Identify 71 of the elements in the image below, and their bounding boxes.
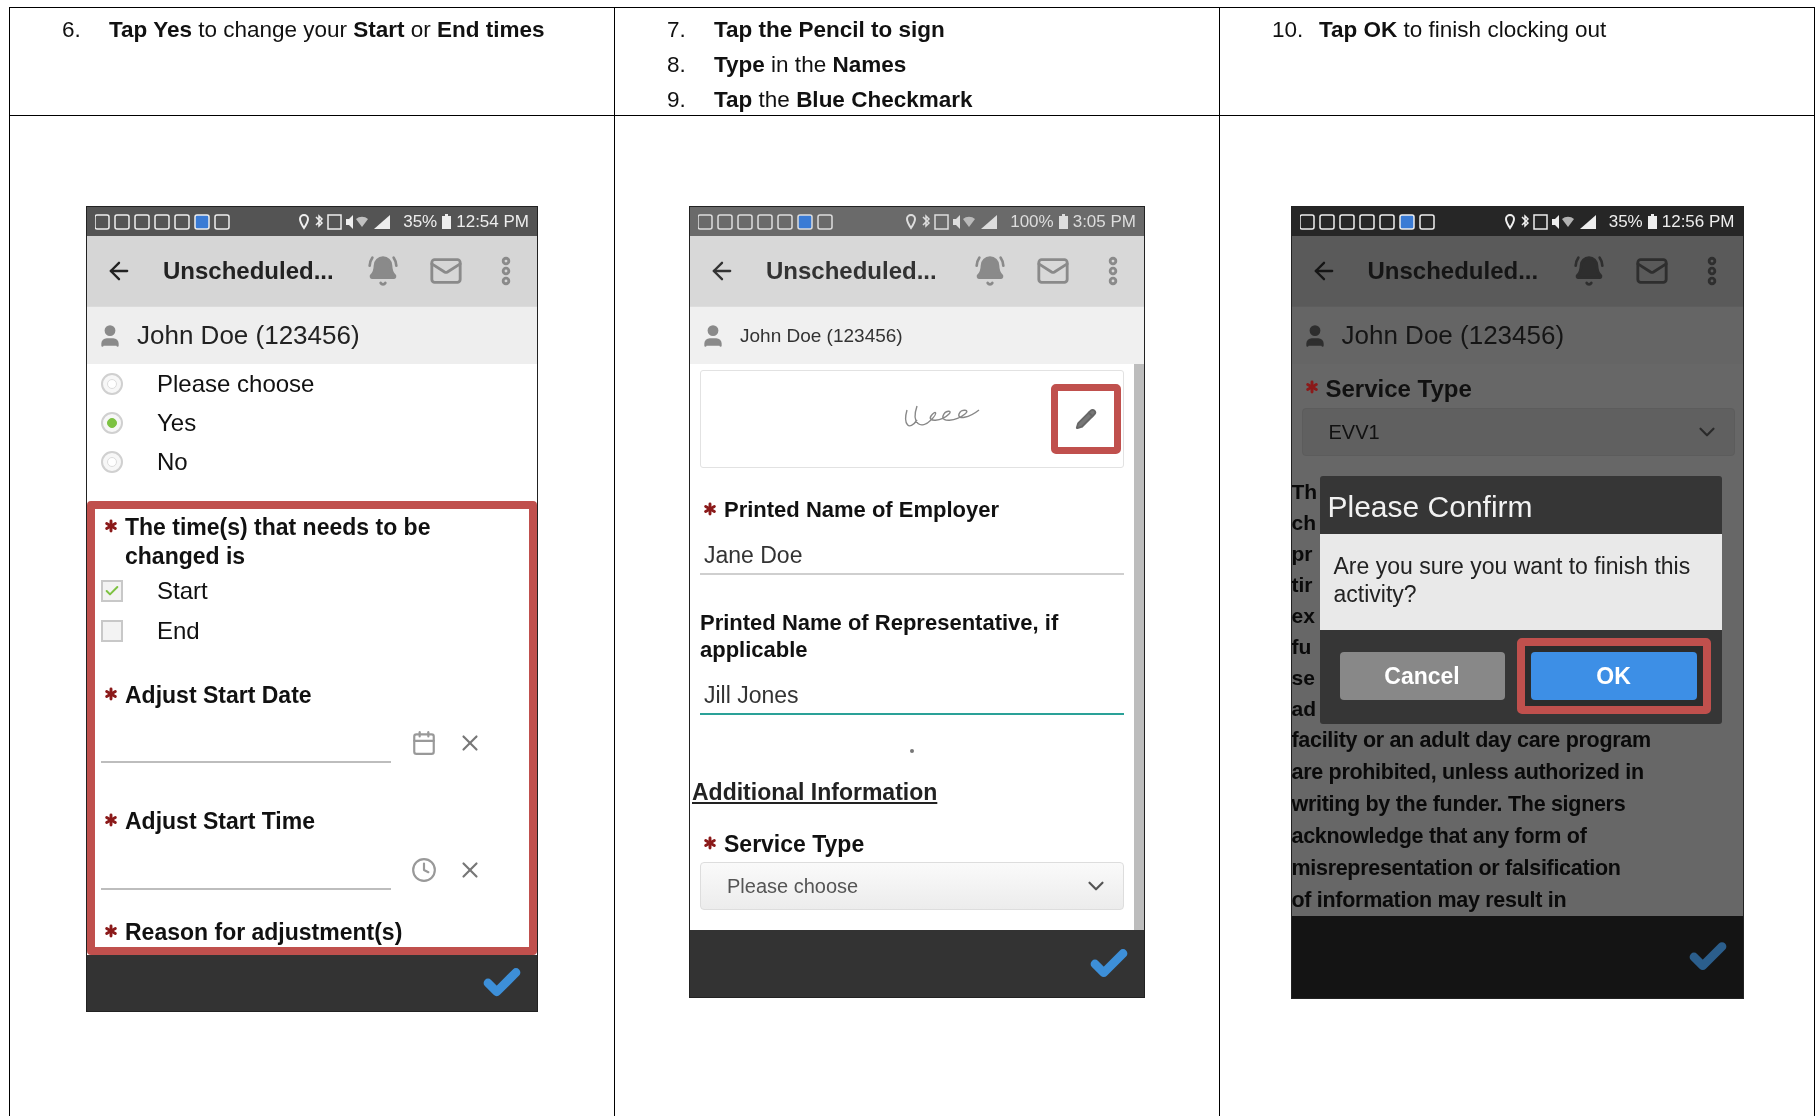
step-number: 6. xyxy=(62,16,82,44)
step-text: Tap Yes to change your Start or End times xyxy=(109,16,545,44)
disclaimer-text: of information may result in xyxy=(1291,887,1568,914)
pencil-icon xyxy=(1075,408,1097,430)
signature-box[interactable] xyxy=(700,370,1124,468)
app-title: Unscheduled... xyxy=(163,257,334,285)
battery-level: 100% xyxy=(1010,211,1054,232)
battery-icon xyxy=(1058,214,1068,229)
option-label: Yes xyxy=(157,408,197,437)
clock-icon[interactable] xyxy=(411,857,437,883)
disclaimer-text: facility or an adult day care program xyxy=(1291,727,1652,754)
section-heading: Additional Information xyxy=(692,778,938,806)
dialog-title: Please Confirm xyxy=(1326,489,1534,525)
field-label: Adjust Start Time xyxy=(125,807,315,836)
battery-icon xyxy=(1647,214,1657,229)
checkbox[interactable] xyxy=(101,579,123,602)
field-label: Adjust Start Date xyxy=(125,680,312,710)
step-number: 8. xyxy=(667,51,687,79)
step-text: Tap OK to finish clocking out xyxy=(1319,16,1607,44)
user-name: John Doe (123456) xyxy=(740,324,903,347)
disclaimer-text: acknowledge that any form of xyxy=(1291,823,1588,850)
battery-level: 35% xyxy=(1608,211,1643,232)
clock-time: 12:54 PM xyxy=(456,211,529,232)
step-number: 7. xyxy=(667,16,687,44)
battery-icon xyxy=(442,214,452,229)
user-name: John Doe (123456) xyxy=(1341,320,1565,351)
option-label: No xyxy=(157,447,188,476)
bell-icon[interactable] xyxy=(367,255,399,287)
app-title: Unscheduled... xyxy=(766,257,937,285)
field-label: Service Type xyxy=(1325,374,1472,404)
disclaimer-text: are prohibited, unless authorized in xyxy=(1291,759,1645,786)
text-fragment: Th xyxy=(1291,479,1318,505)
clock-time: 3:05 PM xyxy=(1072,211,1136,232)
disclaimer-text: misrepresentation or falsification xyxy=(1291,855,1622,882)
text-fragment: pr xyxy=(1291,541,1314,567)
checkbox-label: Start xyxy=(157,576,208,605)
step-text: Type in the Names xyxy=(714,51,907,79)
dialog-message: Are you sure you want to finish this activity? xyxy=(1319,534,1722,630)
cancel-button[interactable]: Cancel xyxy=(1339,652,1505,700)
radio-button[interactable] xyxy=(101,372,123,395)
option-label: Please choose xyxy=(157,369,315,398)
field-label: Printed Name of Representative, if applicable xyxy=(700,608,1060,664)
radio-button[interactable] xyxy=(101,450,123,473)
text-fragment: ch xyxy=(1291,510,1317,536)
battery-level: 35% xyxy=(403,211,438,232)
question-label: The time(s) that needs to be changed is xyxy=(125,513,432,571)
text-fragment: fu xyxy=(1291,634,1313,660)
calendar-icon[interactable] xyxy=(411,730,437,757)
disclaimer-text: writing by the funder. The signers xyxy=(1291,791,1627,818)
checkbox-label: End xyxy=(157,616,200,645)
text-fragment: ex xyxy=(1291,603,1316,629)
step-text: Tap the Pencil to sign xyxy=(714,16,945,44)
bell-icon[interactable] xyxy=(1572,255,1605,287)
step-number: 10. xyxy=(1272,16,1305,44)
step-number: 9. xyxy=(667,86,687,114)
checkbox[interactable] xyxy=(101,619,123,642)
field-label: Printed Name of Employer xyxy=(724,496,1000,524)
name-input-field[interactable]: Jane Doe xyxy=(700,537,1124,575)
text-fragment: ad xyxy=(1291,696,1317,722)
text-fragment: tir xyxy=(1291,572,1314,598)
service-type-select[interactable]: Please choose xyxy=(700,862,1124,911)
field-label: Reason for adjustment(s) xyxy=(125,918,403,947)
radio-button[interactable] xyxy=(101,411,123,434)
step-text: Tap the Blue Checkmark xyxy=(714,86,973,114)
text-fragment: se xyxy=(1291,665,1316,691)
field-label: Service Type xyxy=(724,829,865,859)
name-input-field[interactable]: Jill Jones xyxy=(700,677,1124,715)
user-name: John Doe (123456) xyxy=(137,320,360,351)
app-title: Unscheduled... xyxy=(1367,257,1539,285)
clock-time: 12:56 PM xyxy=(1661,211,1735,232)
bell-icon[interactable] xyxy=(974,255,1006,287)
